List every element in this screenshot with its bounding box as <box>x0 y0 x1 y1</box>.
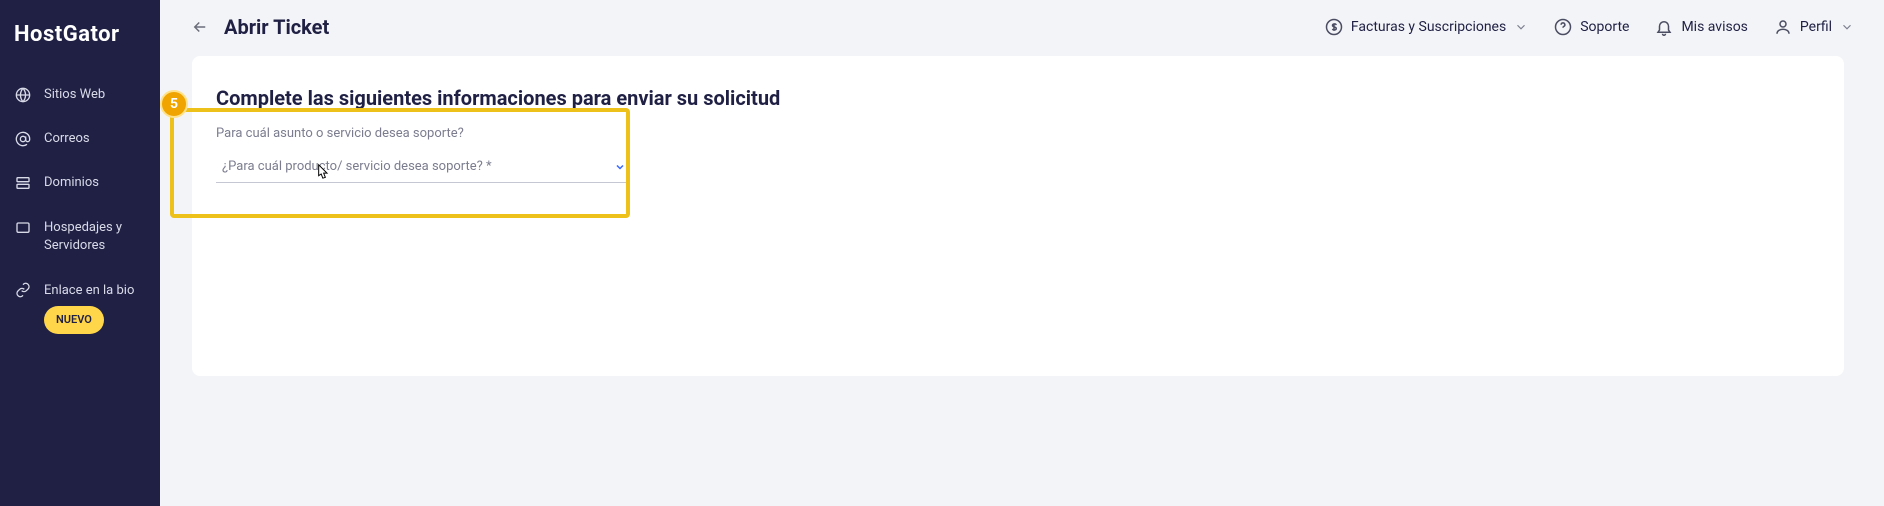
sidebar-item-label: Dominios <box>44 174 146 192</box>
sidebar: HostGator Sitios Web Correos Dominios Ho… <box>0 0 160 506</box>
form-heading: Complete las siguientes informaciones pa… <box>216 86 1820 110</box>
folder-icon <box>14 218 32 236</box>
select-placeholder: ¿Para cuál producto/ servicio desea sopo… <box>222 159 492 174</box>
help-icon <box>1554 18 1572 36</box>
top-link-label: Facturas y Suscripciones <box>1351 19 1506 35</box>
dollar-icon <box>1325 18 1343 36</box>
top-link-soporte[interactable]: Soporte <box>1554 18 1629 36</box>
top-link-avisos[interactable]: Mis avisos <box>1655 18 1747 36</box>
sidebar-item-text: Enlace en la bio <box>44 283 134 298</box>
nav: Sitios Web Correos Dominios Hospedajes y… <box>0 73 160 347</box>
top-link-label: Mis avisos <box>1681 19 1747 35</box>
sidebar-item-dominios[interactable]: Dominios <box>0 161 160 205</box>
sidebar-item-correos[interactable]: Correos <box>0 117 160 161</box>
topbar: Abrir Ticket Facturas y Suscripciones So… <box>160 0 1884 54</box>
main-card: Complete las siguientes informaciones pa… <box>192 56 1844 376</box>
top-link-perfil[interactable]: Perfil <box>1774 18 1854 36</box>
globe-icon <box>14 86 32 104</box>
subject-field: Para cuál asunto o servicio desea soport… <box>216 126 628 183</box>
sidebar-item-sitios-web[interactable]: Sitios Web <box>0 73 160 117</box>
page-title-wrap: Abrir Ticket <box>190 15 329 39</box>
server-icon <box>14 174 32 192</box>
chevron-down-icon <box>1514 20 1528 34</box>
nuevo-badge: NUEVO <box>44 306 104 334</box>
link-icon <box>14 281 32 299</box>
top-link-label: Perfil <box>1800 19 1832 35</box>
sidebar-item-label: Correos <box>44 130 146 148</box>
at-icon <box>14 130 32 148</box>
brand-logo: HostGator <box>0 0 160 73</box>
chevron-down-icon <box>614 161 626 173</box>
step-badge: 5 <box>160 90 188 118</box>
page-title: Abrir Ticket <box>224 15 329 39</box>
user-icon <box>1774 18 1792 36</box>
chevron-down-icon <box>1840 20 1854 34</box>
sidebar-item-label: Sitios Web <box>44 86 146 104</box>
top-link-facturas[interactable]: Facturas y Suscripciones <box>1325 18 1528 36</box>
field-label: Para cuál asunto o servicio desea soport… <box>216 126 628 141</box>
bell-icon <box>1655 18 1673 36</box>
sidebar-item-label: Enlace en la bio NUEVO <box>44 281 146 334</box>
sidebar-item-hospedajes[interactable]: Hospedajes y Servidores <box>0 205 160 268</box>
back-button[interactable] <box>190 17 210 37</box>
subject-select[interactable]: ¿Para cuál producto/ servicio desea sopo… <box>216 153 628 183</box>
sidebar-item-enlace-bio[interactable]: Enlace en la bio NUEVO <box>0 268 160 347</box>
top-link-label: Soporte <box>1580 19 1629 35</box>
sidebar-item-label: Hospedajes y Servidores <box>44 218 146 255</box>
